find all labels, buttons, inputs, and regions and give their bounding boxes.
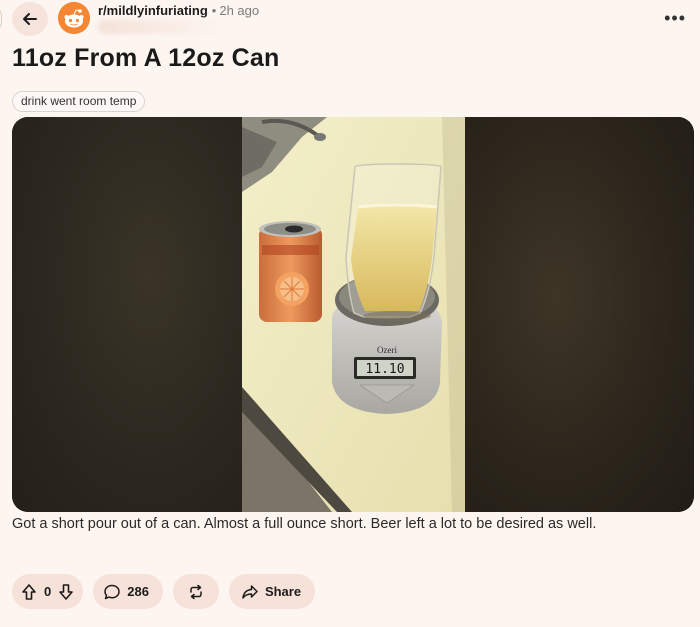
back-button[interactable] <box>12 2 48 36</box>
subreddit-avatar[interactable] <box>58 2 90 34</box>
speech-bubble-icon <box>104 584 120 599</box>
snoo-avatar-icon <box>58 2 90 34</box>
blurred-background-left <box>12 117 242 512</box>
downvote-button[interactable] <box>57 583 75 601</box>
scale-brand: Ozeri <box>377 345 397 355</box>
post-image[interactable]: Ozeri 11.10 <box>12 117 694 512</box>
repost-button[interactable] <box>172 574 219 609</box>
vote-count: 0 <box>44 584 52 599</box>
more-options-button[interactable]: ••• <box>664 8 686 29</box>
previous-edge-button[interactable] <box>0 6 2 32</box>
scale-display: 11.10 <box>365 362 404 377</box>
post-body: Got a short pour out of a can. Almost a … <box>12 516 597 532</box>
comments-button[interactable]: 286 <box>93 574 163 609</box>
share-label: Share <box>264 584 302 599</box>
repost-icon <box>190 584 202 599</box>
share-arrow-icon <box>242 584 258 599</box>
vote-group: 0 <box>12 574 84 609</box>
post-flair[interactable]: drink went room temp <box>12 91 146 112</box>
blurred-background-right <box>464 117 694 512</box>
share-button[interactable]: Share <box>228 574 316 609</box>
arrow-down-icon <box>59 583 74 600</box>
arrow-left-icon <box>23 13 37 25</box>
subreddit-name[interactable]: r/mildlyinfuriating <box>98 3 208 18</box>
post-title: 11oz From A 12oz Can <box>12 44 280 72</box>
photo-beer-on-scale: Ozeri 11.10 <box>242 117 465 512</box>
arrow-up-icon <box>22 583 36 600</box>
comment-count: 286 <box>127 584 149 599</box>
upvote-button[interactable] <box>20 583 38 601</box>
action-bar: 0 286 Share <box>12 574 316 610</box>
separator-dot: • <box>211 3 217 18</box>
post-meta: r/mildlyinfuriating • 2h ago <box>98 3 259 18</box>
redacted-username <box>98 20 228 34</box>
post-time: 2h ago <box>219 3 260 18</box>
